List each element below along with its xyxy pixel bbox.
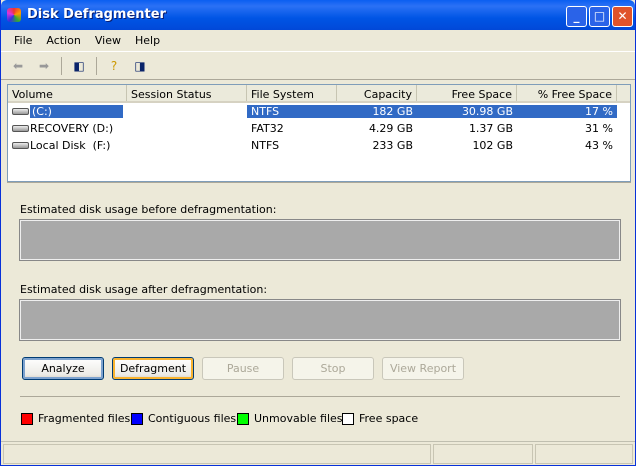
menu-view[interactable]: View — [88, 30, 128, 51]
percent-free: 31 % — [585, 122, 613, 135]
status-pane — [535, 444, 633, 464]
col-free-space[interactable]: Free Space — [417, 85, 517, 101]
free-space: 30.98 GB — [417, 105, 517, 118]
red-swatch-icon — [21, 412, 33, 425]
col-file-system[interactable]: File System — [247, 85, 337, 101]
table-row[interactable]: RECOVERY (D:) FAT32 4.29 GB 1.37 GB 31 % — [8, 120, 630, 137]
legend-label: Fragmented files — [38, 412, 131, 425]
volume-name: Local Disk (F:) — [30, 139, 111, 152]
menu-bar: File Action View Help — [1, 30, 635, 52]
capacity: 4.29 GB — [368, 122, 413, 135]
table-row[interactable]: Local Disk (F:) NTFS 233 GB 102 GB 43 % — [8, 137, 630, 154]
col-percent-free[interactable]: % Free Space — [517, 85, 617, 101]
menu-help[interactable]: Help — [128, 30, 167, 51]
capacity: 233 GB — [372, 139, 413, 152]
volume-list: Volume Session Status File System Capaci… — [7, 84, 631, 182]
file-system: FAT32 — [251, 122, 284, 135]
analyze-button[interactable]: Analyze — [22, 357, 104, 380]
after-usage-display — [19, 299, 621, 341]
defrag-app-icon — [7, 8, 21, 22]
file-system: NTFS — [247, 105, 337, 118]
list-header: Volume Session Status File System Capaci… — [8, 85, 630, 103]
show-hide-console-tree-icon[interactable]: ◧ — [70, 59, 88, 73]
col-capacity[interactable]: Capacity — [337, 85, 417, 101]
col-session-status[interactable]: Session Status — [127, 85, 247, 101]
legend-contiguous: Contiguous files — [131, 412, 236, 425]
percent-free: 43 % — [585, 139, 613, 152]
drive-icon — [12, 108, 29, 115]
blue-swatch-icon — [131, 412, 143, 425]
toolbar-separator — [96, 56, 97, 75]
legend-label: Free space — [359, 412, 419, 425]
before-usage-display — [19, 219, 621, 261]
minimize-button[interactable]: _ — [566, 6, 587, 27]
view-report-button[interactable]: View Report — [382, 357, 464, 380]
defrag-panel: Estimated disk usage before defragmentat… — [7, 182, 631, 440]
toolbar-separator — [61, 56, 62, 75]
volume-name: RECOVERY (D:) — [30, 122, 114, 135]
legend-label: Unmovable files — [254, 412, 343, 425]
legend-label: Contiguous files — [148, 412, 237, 425]
status-pane — [3, 444, 431, 464]
toolbar: ⬅ ➡ ◧ ? ◨ — [1, 52, 635, 80]
help-icon[interactable]: ? — [105, 59, 123, 73]
pause-button[interactable]: Pause — [202, 357, 284, 380]
close-button[interactable]: ✕ — [612, 6, 633, 27]
menu-file[interactable]: File — [7, 30, 39, 51]
volume-name: (C:) — [30, 105, 123, 118]
file-system: NTFS — [251, 139, 280, 152]
show-hide-action-pane-icon[interactable]: ◨ — [131, 59, 149, 73]
table-row[interactable]: (C:) NTFS 182 GB 30.98 GB 17 % — [8, 103, 630, 120]
menu-action[interactable]: Action — [39, 30, 87, 51]
capacity: 182 GB — [337, 105, 417, 118]
white-swatch-icon — [342, 412, 354, 425]
stop-button[interactable]: Stop — [292, 357, 374, 380]
legend-free-space: Free space — [342, 412, 418, 425]
legend-unmovable: Unmovable files — [237, 412, 343, 425]
col-volume[interactable]: Volume — [8, 85, 127, 101]
window-title: Disk Defragmenter — [27, 7, 166, 22]
drive-icon — [12, 125, 29, 132]
free-space: 102 GB — [472, 139, 513, 152]
title-bar: Disk Defragmenter _ □ ✕ — [1, 0, 635, 30]
back-arrow-icon[interactable]: ⬅ — [9, 59, 27, 73]
status-bar — [1, 441, 635, 465]
window: Disk Defragmenter _ □ ✕ File Action View… — [0, 0, 636, 466]
defragment-button[interactable]: Defragment — [112, 357, 194, 380]
status-pane — [433, 444, 533, 464]
free-space: 1.37 GB — [468, 122, 513, 135]
forward-arrow-icon[interactable]: ➡ — [35, 59, 53, 73]
after-label: Estimated disk usage after defragmentati… — [20, 283, 268, 296]
legend-fragmented: Fragmented files — [21, 412, 130, 425]
divider — [20, 396, 620, 397]
drive-icon — [12, 142, 29, 149]
green-swatch-icon — [237, 412, 249, 425]
before-label: Estimated disk usage before defragmentat… — [20, 203, 277, 216]
maximize-button[interactable]: □ — [589, 6, 610, 27]
percent-free: 17 % — [517, 105, 617, 118]
